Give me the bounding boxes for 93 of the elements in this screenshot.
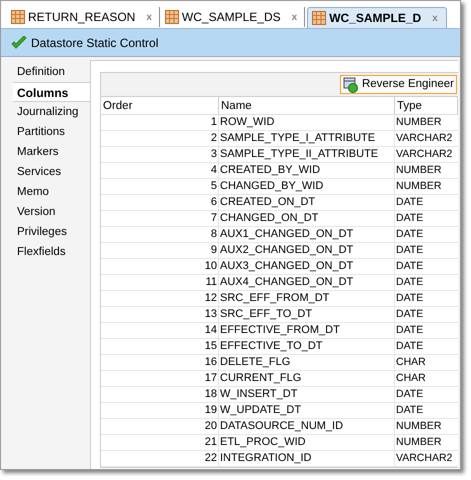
- table-cell-text: NUMBER: [395, 179, 443, 194]
- sidebar-tab[interactable]: Journalizing: [13, 102, 90, 122]
- table-cell: 4: [101, 163, 219, 178]
- table-cell: 13: [101, 307, 219, 322]
- sidebar-tab[interactable]: Markers: [13, 142, 90, 162]
- table-cell-text: NUMBER: [395, 163, 443, 178]
- table-cell: AUX1_CHANGED_ON_DT: [219, 227, 395, 242]
- table-cell: 6: [101, 195, 219, 210]
- table-cell: W_UPDATE_DT: [219, 403, 395, 418]
- table-cell-text: VARCHAR2: [395, 131, 454, 146]
- close-tab-button[interactable]: x: [292, 10, 298, 24]
- table-cell-text: DATE: [395, 275, 424, 290]
- table-cell: 2: [101, 131, 219, 146]
- column-header[interactable]: Type: [395, 97, 458, 114]
- table-cell: 19: [101, 403, 219, 418]
- table-cell: AUX3_CHANGED_ON_DT: [219, 259, 395, 274]
- sidebar-tab[interactable]: Partitions: [13, 122, 90, 142]
- table-cell: W_INSERT_DT: [219, 387, 395, 402]
- table-cell: 7: [101, 211, 219, 226]
- sidebar-tab[interactable]: Privileges: [13, 222, 90, 242]
- editor-tab[interactable]: RETURN_REASON x: [8, 7, 160, 27]
- table-cell: CREATED_ON_DT: [219, 195, 395, 210]
- table-cell: 17: [101, 371, 219, 386]
- table-cell: 9: [101, 243, 219, 258]
- table-cell: 3: [101, 147, 219, 162]
- table-cell-text: DATE: [395, 211, 424, 226]
- table-cell-text: CHAR: [395, 371, 427, 386]
- table-cell: 20: [101, 419, 219, 434]
- table-cell: CREATED_BY_WID: [219, 163, 395, 178]
- table-cell: SRC_EFF_TO_DT: [219, 307, 395, 322]
- table-cell-text: NUMBER: [395, 435, 443, 450]
- table-cell: 11: [101, 275, 219, 290]
- tab-label: RETURN_REASON: [28, 9, 136, 26]
- sidebar-tab[interactable]: Version: [13, 202, 90, 222]
- table-cell: 18: [101, 387, 219, 402]
- table-icon: [312, 11, 326, 25]
- table-cell-text: DATE: [395, 259, 424, 274]
- table-cell: ROW_WID: [219, 115, 395, 130]
- table-cell: SRC_EFF_FROM_DT: [219, 291, 395, 306]
- sidebar-tab[interactable]: Columns: [13, 82, 91, 102]
- checkmark-icon: [11, 36, 27, 50]
- reverse-engineer-button[interactable]: Reverse Engineer: [340, 75, 457, 94]
- sidebar-tab[interactable]: Definition: [13, 62, 90, 82]
- table-cell: 1: [101, 115, 219, 130]
- tab-label: WC_SAMPLE_DS: [182, 9, 281, 26]
- table-cell: DELETE_FLG: [219, 355, 395, 370]
- table-cell-text: DATE: [395, 403, 424, 418]
- table-refresh-icon: [342, 76, 359, 92]
- table-cell-text: DATE: [395, 387, 424, 402]
- table-icon: [11, 10, 25, 24]
- editor-tab[interactable]: WC_SAMPLE_D x: [307, 7, 447, 28]
- table-cell: 21: [101, 435, 219, 450]
- table-cell-text: VARCHAR2: [395, 451, 454, 466]
- table-cell-text: DATE: [395, 195, 424, 210]
- table-cell: 12: [101, 291, 219, 306]
- table-icon: [164, 10, 179, 24]
- table-cell: AUX2_CHANGED_ON_DT: [219, 243, 395, 258]
- tab-label: WC_SAMPLE_D: [329, 10, 422, 27]
- status-text: Datastore Static Control: [31, 34, 158, 52]
- table-cell-text: CHAR: [395, 355, 427, 370]
- table-cell-text: DATE: [395, 291, 424, 306]
- table-cell-text: DATE: [395, 323, 424, 338]
- table-cell: CURRENT_FLG: [219, 371, 395, 386]
- table-cell-text: DATE: [395, 307, 424, 322]
- table-cell: ETL_PROC_WID: [219, 435, 395, 450]
- table-cell: CHANGED_ON_DT: [219, 211, 395, 226]
- table-cell: 15: [101, 339, 219, 354]
- table-cell: INTEGRATION_ID: [219, 451, 395, 466]
- table-cell: 16: [101, 355, 219, 370]
- table-cell: 14: [101, 323, 219, 338]
- sidebar-tab[interactable]: Flexfields: [13, 242, 90, 262]
- column-header[interactable]: Order: [101, 97, 219, 114]
- table-cell: AUX4_CHANGED_ON_DT: [219, 275, 395, 290]
- table-cell: EFFECTIVE_TO_DT: [219, 339, 395, 354]
- column-header[interactable]: Name: [219, 97, 395, 114]
- table-cell: 5: [101, 179, 219, 194]
- table-cell-text: DATE: [395, 227, 424, 242]
- table-cell: DATASOURCE_NUM_ID: [219, 419, 395, 434]
- sidebar-tab[interactable]: Services: [13, 162, 90, 182]
- close-tab-button[interactable]: x: [146, 10, 152, 24]
- sidebar-tab[interactable]: Memo: [13, 182, 90, 202]
- table-cell: 10: [101, 259, 219, 274]
- table-cell-text: NUMBER: [395, 115, 443, 130]
- table-cell-text: DATE: [395, 339, 424, 354]
- table-cell: 22: [101, 451, 219, 466]
- table-cell-text: NUMBER: [395, 419, 443, 434]
- table-cell-text: DATE: [395, 243, 424, 258]
- table-cell: CHANGED_BY_WID: [219, 179, 395, 194]
- table-cell: SAMPLE_TYPE_II_ATTRIBUTE: [219, 147, 395, 162]
- table-cell: SAMPLE_TYPE_I_ATTRIBUTE: [219, 131, 395, 146]
- table-cell-text: VARCHAR2: [395, 147, 454, 162]
- table-cell: EFFECTIVE_FROM_DT: [219, 323, 395, 338]
- table-cell: 8: [101, 227, 219, 242]
